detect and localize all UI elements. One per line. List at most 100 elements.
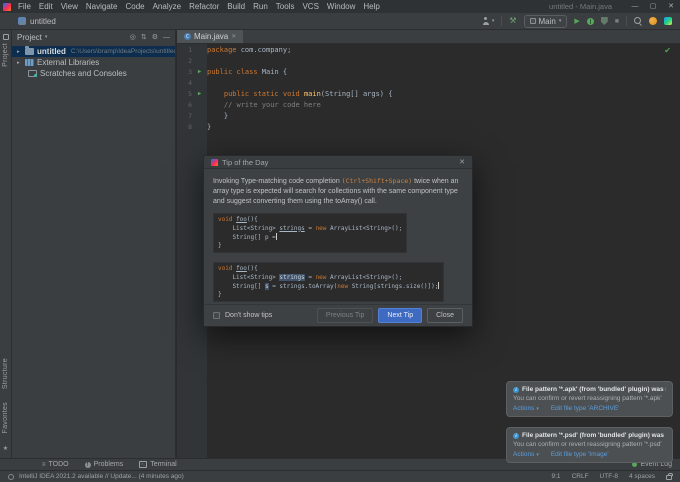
edit-file-type-link[interactable]: Edit file type 'ARCHIVE' [551,405,620,412]
line-number: 4 [188,79,192,87]
menu-build[interactable]: Build [223,0,249,13]
snippet-line: String[] s = strings.toArray(new String[… [218,282,440,291]
menu-file[interactable]: File [14,0,35,13]
code-line: 4 [177,78,680,89]
update-notification-icon[interactable] [649,17,657,25]
run-button[interactable]: ▶ [574,17,579,25]
tab-main-java[interactable]: C Main.java ✕ [177,30,244,43]
code-token: = [304,224,316,232]
idea-logo-icon [3,2,11,11]
tree-row-scratches[interactable]: Scratches and Consoles [12,68,175,79]
menu-code[interactable]: Code [121,0,148,13]
library-icon [25,59,34,66]
snippet-line: void foo(){ [218,216,402,225]
terminal-icon: >_ [139,461,148,468]
chevron-down-icon: ▾ [491,18,495,24]
menu-view[interactable]: View [57,0,82,13]
menu-edit[interactable]: Edit [35,0,57,13]
notification-apk[interactable]: i File pattern '*.apk' (from 'bundled' p… [506,381,673,417]
code-token: new [315,273,331,281]
toolbar-separator [626,16,627,26]
gear-icon[interactable]: ⚙ [152,33,158,41]
code-token: foo [236,265,247,272]
update-indicator-icon[interactable] [8,473,14,480]
info-icon: i [513,432,519,439]
hide-panel-icon[interactable]: — [163,34,170,41]
encoding-indicator[interactable]: UTF-8 [600,473,618,480]
problems-icon: ! [84,461,91,468]
project-breadcrumb-label: untitled [30,16,56,26]
caret-position[interactable]: 9:1 [552,473,561,480]
indent-indicator[interactable]: 4 spaces [629,473,655,480]
dialog-body: Invoking Type-matching code completion (… [204,169,472,304]
editor-tab-bar: C Main.java ✕ [177,30,680,44]
menu-analyze[interactable]: Analyze [149,0,185,13]
coverage-button[interactable] [600,17,608,25]
dialog-title-bar[interactable]: Tip of the Day ✕ [204,156,472,169]
debug-button[interactable] [586,17,594,25]
external-libraries-label: External Libraries [37,58,100,67]
editor-code-lines: 1 package com.company; 2 3 ▶ public class Mai… [177,45,680,133]
menu-refactor[interactable]: Refactor [185,0,223,13]
tip-shortcut: (Ctrl+Shift+Space) [341,177,413,185]
idea-logo-icon [211,158,218,166]
close-dialog-button[interactable]: Close [427,308,463,323]
menu-bar: File Edit View Navigate Code Analyze Refactor B… [14,0,384,13]
run-gutter-icon[interactable]: ▶ [192,89,207,100]
maximize-button[interactable]: ▢ [644,0,662,13]
dont-show-tips-checkbox[interactable] [213,312,220,319]
tip-paragraph: Invoking Type-matching code completion (… [213,176,463,207]
menu-tools[interactable]: Tools [272,0,299,13]
menu-window[interactable]: Window [323,0,359,13]
expand-collapse-icon[interactable]: ⇅ [141,33,147,41]
previous-tip-button[interactable]: Previous Tip [316,308,374,323]
locate-file-icon[interactable]: ◎ [130,33,136,41]
lock-icon[interactable] [666,473,673,480]
menu-vcs[interactable]: VCS [298,0,322,13]
code-token: String[] p = [218,234,276,241]
terminal-tab[interactable]: >_ Terminal [139,461,177,468]
stripe-tab-favorites[interactable]: Favorites [2,402,9,434]
expand-arrow-icon[interactable]: ▸ [17,60,22,66]
menu-help[interactable]: Help [359,0,383,13]
chevron-down-icon[interactable]: ▾ [45,34,48,40]
search-icon[interactable] [634,17,642,25]
build-hammer-icon[interactable]: ⚒ [509,16,516,26]
tree-row-external-libraries[interactable]: ▸ External Libraries [12,57,175,68]
user-menu-button[interactable]: ▾ [482,17,495,25]
menu-navigate[interactable]: Navigate [82,0,122,13]
favorites-star-icon: ★ [2,446,9,452]
status-message[interactable]: IntelliJ IDEA 2021.2 available // Update… [19,473,184,480]
run-gutter-icon[interactable]: ▶ [192,67,207,78]
run-config-selector[interactable]: Main ▾ [523,14,568,28]
problems-label: Problems [93,461,124,468]
code-token: ArrayList<String>(); [330,224,403,232]
stop-button[interactable]: ■ [615,18,619,25]
tab-close-icon[interactable]: ✕ [231,33,236,40]
tool-window-stripe: Project Structure Favorites ★ [0,30,12,458]
todo-tab[interactable]: ≡ TODO [42,461,69,468]
stripe-tab-structure[interactable]: Structure [2,358,9,389]
scratches-label: Scratches and Consoles [40,69,127,78]
snippet-line: List<String> strings = new ArrayList<Str… [218,225,402,234]
minimize-button[interactable]: — [626,0,644,13]
notification-psd[interactable]: i File pattern '*.psd' (from 'bundled' p… [506,427,673,463]
dialog-close-icon[interactable]: ✕ [459,158,465,166]
tip-code-snippet-2: void foo(){ List<String> strings = new A… [213,262,445,302]
code-line: 8} [177,122,680,133]
stripe-tab-project[interactable]: Project [2,43,9,67]
problems-tab[interactable]: ! Problems [84,461,124,468]
close-button[interactable]: ✕ [662,0,680,13]
notification-actions-link[interactable]: Actions ▾ [513,451,539,458]
ide-settings-icon[interactable] [664,17,672,25]
status-bar: IntelliJ IDEA 2021.2 available // Update… [0,470,680,482]
next-tip-button[interactable]: Next Tip [378,308,423,323]
expand-arrow-icon[interactable]: ▸ [17,49,22,55]
edit-file-type-link[interactable]: Edit file type 'Image' [551,451,609,458]
line-ending-indicator[interactable]: CRLF [572,473,589,480]
project-root-name: untitled [37,47,66,56]
notification-actions-link[interactable]: Actions ▾ [513,405,539,412]
tree-row-project-root[interactable]: ▸ untitled C:\Users\bramp\IdeaProjects\u… [12,46,175,57]
project-breadcrumb[interactable]: untitled [18,17,56,26]
menu-run[interactable]: Run [249,0,272,13]
